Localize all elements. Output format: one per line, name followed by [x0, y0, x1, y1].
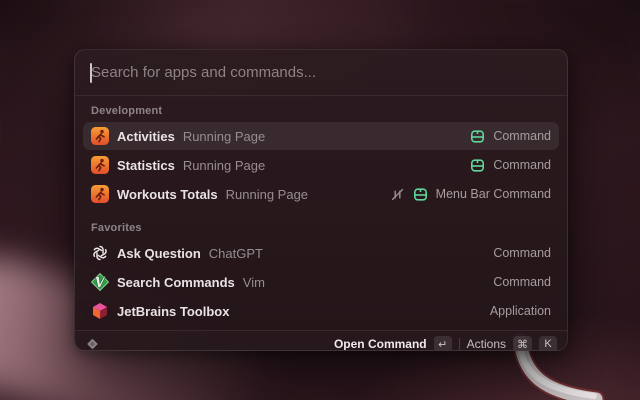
running-page-icon	[91, 127, 109, 145]
item-type: Command	[493, 158, 551, 172]
item-subtitle: Running Page	[183, 129, 265, 144]
item-title: Activities	[117, 129, 175, 144]
list-item-jetbrains-toolbox[interactable]: JetBrains Toolbox Application	[83, 297, 559, 325]
search-input[interactable]	[91, 64, 551, 81]
desktop: Development Activities Running Page	[0, 0, 640, 400]
section-label-development: Development	[83, 98, 559, 122]
cmd-key-badge: ⌘	[513, 336, 532, 352]
vim-icon	[91, 273, 109, 291]
item-type: Command	[493, 129, 551, 143]
item-title: Statistics	[117, 158, 175, 173]
text-caret	[90, 63, 92, 83]
running-page-icon	[91, 156, 109, 174]
item-type: Menu Bar Command	[436, 187, 551, 201]
jetbrains-toolbox-icon	[91, 302, 109, 320]
list-item-search-commands[interactable]: Search Commands Vim Command	[83, 268, 559, 296]
command-window-icon	[470, 129, 485, 144]
command-window-icon	[470, 158, 485, 173]
command-window-icon	[413, 187, 428, 202]
return-key-badge: ↵	[434, 336, 452, 352]
k-key-badge: K	[539, 336, 557, 352]
item-title: Workouts Totals	[117, 187, 218, 202]
item-type: Command	[493, 275, 551, 289]
item-subtitle: Vim	[243, 275, 265, 290]
footer-bar: Open Command ↵ Actions ⌘ K	[75, 330, 567, 351]
item-type: Command	[493, 246, 551, 260]
search-bar	[75, 50, 567, 96]
item-subtitle: Running Page	[183, 158, 265, 173]
primary-action-label[interactable]: Open Command	[334, 337, 427, 351]
menubar-disabled-icon	[390, 187, 405, 202]
actions-button[interactable]: Actions	[467, 337, 506, 351]
item-type: Application	[490, 304, 551, 318]
item-subtitle: Running Page	[226, 187, 308, 202]
list-item-ask-question[interactable]: Ask Question ChatGPT Command	[83, 239, 559, 267]
footer-divider	[459, 338, 460, 350]
results-list: Development Activities Running Page	[75, 96, 567, 330]
raycast-logo-icon	[85, 337, 100, 352]
item-title: Ask Question	[117, 246, 201, 261]
list-item-activities[interactable]: Activities Running Page Command	[83, 122, 559, 150]
item-title: JetBrains Toolbox	[117, 304, 229, 319]
section-label-favorites: Favorites	[83, 209, 559, 239]
item-title: Search Commands	[117, 275, 235, 290]
list-item-workouts-totals[interactable]: Workouts Totals Running Page M	[83, 180, 559, 208]
running-page-icon	[91, 185, 109, 203]
chatgpt-icon	[91, 244, 109, 262]
item-subtitle: ChatGPT	[209, 246, 263, 261]
launcher-window: Development Activities Running Page	[74, 49, 568, 351]
list-item-statistics[interactable]: Statistics Running Page Command	[83, 151, 559, 179]
